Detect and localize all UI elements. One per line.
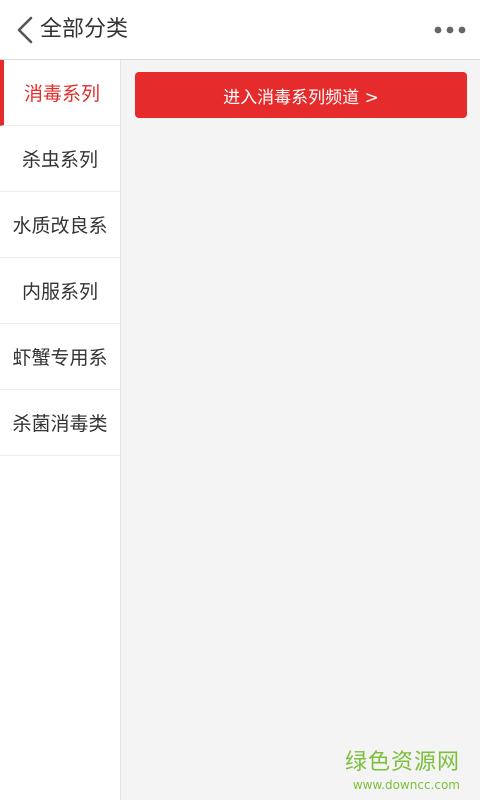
sidebar-item-oral[interactable]: 内服系列 [0, 258, 120, 324]
watermark-sub: www.downcc.com [352, 778, 460, 792]
sidebar-item-label: 虾蟹专用系 [12, 347, 108, 369]
top-bar: 全部分类 [0, 0, 480, 60]
category-content: 进入消毒系列频道 > [121, 60, 480, 800]
sidebar-item-label: 杀虫系列 [21, 149, 98, 171]
page-title: 全部分类 [40, 17, 129, 42]
watermark: 绿色资源网 www.downcc.com [345, 744, 460, 792]
sidebar-item-label: 内服系列 [21, 281, 98, 303]
sidebar-item-label: 消毒系列 [23, 83, 100, 105]
enter-channel-button[interactable]: 进入消毒系列频道 > [135, 72, 467, 118]
more-button[interactable] [430, 8, 470, 52]
sidebar-item-disinfection[interactable]: 消毒系列 [0, 60, 120, 126]
back-button[interactable] [8, 8, 42, 52]
category-sidebar: 消毒系列 杀虫系列 水质改良系 内服系列 虾蟹专用系 杀菌消毒类 [0, 60, 121, 800]
more-horizontal-icon [434, 26, 466, 34]
sidebar-item-shrimp-crab[interactable]: 虾蟹专用系 [0, 324, 120, 390]
sidebar-item-sterilization[interactable]: 杀菌消毒类 [0, 390, 120, 456]
watermark-main: 绿色资源网 [344, 750, 460, 775]
sidebar-item-insecticide[interactable]: 杀虫系列 [0, 126, 120, 192]
sidebar-item-label: 杀菌消毒类 [12, 413, 108, 435]
sidebar-item-water-quality[interactable]: 水质改良系 [0, 192, 120, 258]
sidebar-item-label: 水质改良系 [12, 215, 108, 237]
chevron-left-icon [17, 16, 33, 44]
